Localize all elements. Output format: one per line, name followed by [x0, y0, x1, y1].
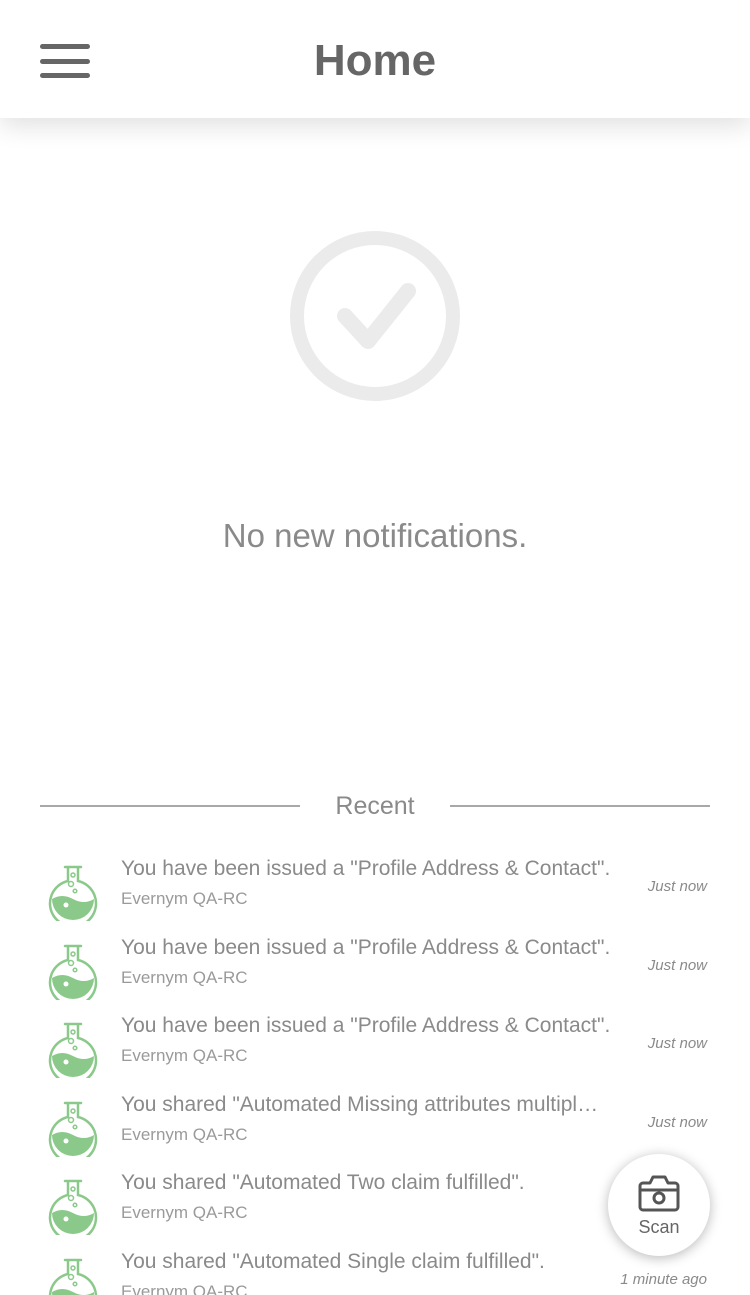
list-item-subtitle: Evernym QA-RC	[121, 968, 248, 987]
flask-icon	[48, 1022, 98, 1078]
list-item-time: 1 minute ago	[620, 1271, 707, 1288]
list-item-time: Just now	[647, 1035, 707, 1052]
list-item-subtitle: Evernym QA-RC	[121, 1282, 248, 1295]
list-item-title: You have been issued a "Profile Address …	[121, 857, 611, 880]
flask-icon	[48, 1179, 98, 1235]
list-item-title: You have been issued a "Profile Address …	[121, 936, 611, 959]
list-item-title: You shared "Automated Single claim fulfi…	[121, 1250, 545, 1273]
no-notifications-message: No new notifications.	[222, 517, 528, 554]
app-screen: Home No new notifications. Recent You ha…	[0, 0, 750, 1295]
list-item-time: Just now	[647, 1114, 707, 1131]
list-item-title: You shared "Automated Two claim fulfille…	[121, 1171, 525, 1194]
list-item-title: You shared "Automated Missing attributes…	[121, 1093, 599, 1116]
list-item-time: Just now	[647, 878, 707, 895]
list-item[interactable]: You have been issued a "Profile Address …	[0, 936, 750, 1015]
flask-icon	[48, 865, 98, 921]
scan-button[interactable]: Scan	[608, 1154, 710, 1256]
recent-section-label: Recent	[335, 792, 415, 820]
flask-icon	[48, 1101, 98, 1157]
page-title: Home	[313, 36, 437, 85]
list-item-subtitle: Evernym QA-RC	[121, 1046, 248, 1065]
list-item[interactable]: You have been issued a "Profile Address …	[0, 857, 750, 936]
recent-divider-left	[40, 805, 300, 807]
flask-icon	[48, 1258, 98, 1295]
flask-icon	[48, 944, 98, 1000]
list-item[interactable]: You have been issued a "Profile Address …	[0, 1014, 750, 1093]
app-header: Home	[0, 0, 750, 118]
list-item-subtitle: Evernym QA-RC	[121, 1203, 248, 1222]
recent-divider-right	[450, 805, 710, 807]
checkmark-circle-icon	[290, 231, 460, 401]
scan-label: Scan	[638, 1217, 680, 1237]
list-item[interactable]: You shared "Automated Single claim fulfi…	[0, 1250, 750, 1295]
list-item-title: You have been issued a "Profile Address …	[121, 1014, 611, 1037]
list-item-subtitle: Evernym QA-RC	[121, 889, 248, 908]
camera-icon	[638, 1175, 680, 1212]
list-item-time: Just now	[647, 957, 707, 974]
list-item-subtitle: Evernym QA-RC	[121, 1125, 248, 1144]
